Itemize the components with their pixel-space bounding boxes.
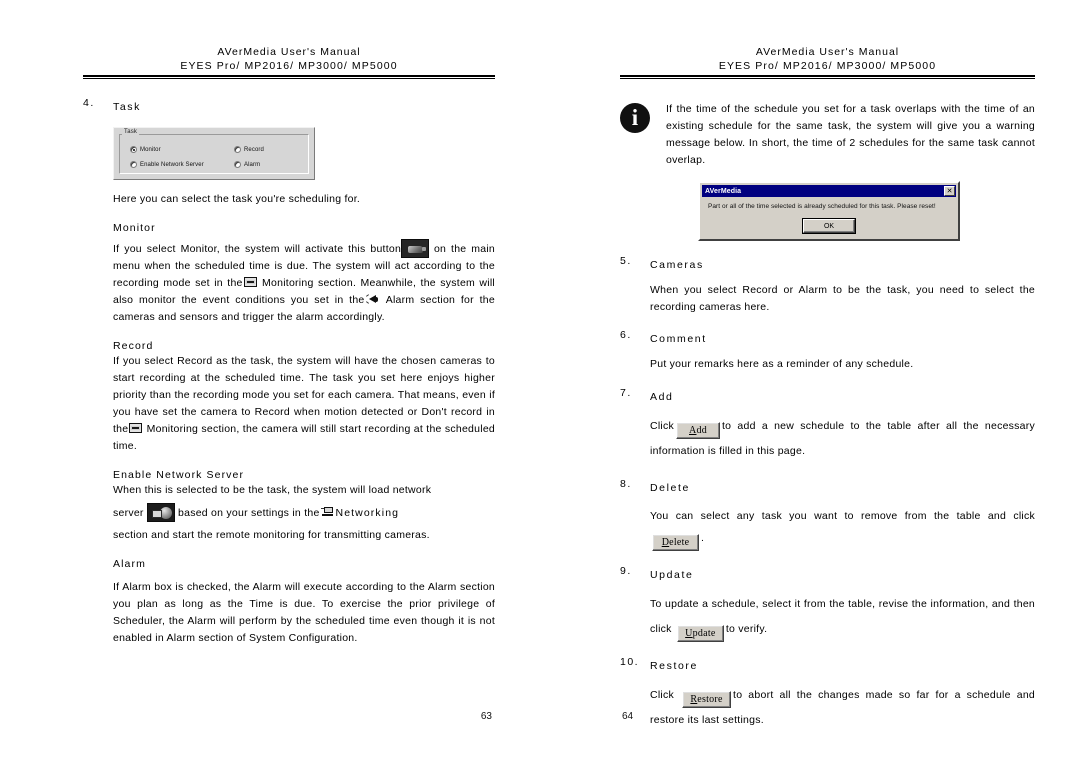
- info-icon: i: [620, 103, 650, 133]
- network-server-paragraph: When this is selected to be the task, th…: [113, 482, 495, 544]
- section-item-8-delete: 8. Delete: [620, 478, 1035, 496]
- restore-button[interactable]: Restore: [682, 690, 732, 708]
- radio-monitor-indicator[interactable]: [130, 146, 137, 153]
- record-paragraph: If you select Record as the task, the sy…: [113, 353, 495, 455]
- item-number: 6.: [620, 329, 632, 341]
- item-number: 10.: [620, 655, 640, 668]
- header-title: AVerMedia User's Manual: [755, 46, 900, 58]
- page-number-left: 63: [480, 711, 492, 722]
- item-number: 9.: [620, 564, 632, 577]
- delete-button-rest: elete: [669, 536, 690, 548]
- delete-text-a: You can select any task you want to remo…: [650, 509, 1035, 522]
- add-button-rest: dd: [696, 424, 707, 436]
- update-button-rest: pdate: [692, 627, 716, 639]
- item-title: Add: [650, 390, 674, 403]
- add-body: Click Add to add a new schedule to the tab…: [650, 414, 1035, 464]
- header-divider: [83, 75, 495, 79]
- network-server-button-icon: [146, 502, 175, 522]
- section-item-10-restore: 10. Restore: [620, 656, 1035, 674]
- delete-text-b: .: [701, 531, 705, 544]
- radio-alarm-label: Alarm: [244, 161, 261, 168]
- network-server-text-a: When this is selected to be the task, th…: [113, 483, 432, 496]
- section-item-7-add: 7. Add: [620, 387, 1035, 405]
- network-server-text-e: section and start the remote monitoring …: [113, 528, 430, 541]
- subheading-monitor: Monitor: [113, 221, 156, 234]
- restore-button-rest: estore: [697, 693, 723, 705]
- monitor-paragraph: If you select Monitor, the system will a…: [113, 238, 495, 326]
- item-title: Comment: [650, 333, 707, 345]
- task-caption: Here you can select the task you're sche…: [113, 193, 361, 205]
- monitoring-section-icon: [243, 276, 257, 287]
- networking-section-icon: [320, 506, 334, 518]
- subheading-alarm: Alarm: [113, 557, 146, 570]
- dialog-ok-button[interactable]: OK: [803, 219, 855, 233]
- section-item-4-task: 4. Task: [83, 97, 495, 115]
- header-subtitle: EYES Pro/ MP2016/ MP3000/ MP5000: [180, 60, 398, 72]
- dialog-titlebar: AVerMedia ✕: [702, 185, 956, 197]
- radio-option-enable-network-server[interactable]: Enable Network Server: [130, 161, 204, 168]
- cameras-body: When you select Record or Alarm to be th…: [650, 284, 1035, 313]
- header-title: AVerMedia User's Manual: [217, 46, 361, 58]
- update-body: To update a schedule, select it from the…: [650, 592, 1035, 642]
- add-button[interactable]: Add: [676, 421, 720, 439]
- radio-record-label: Record: [244, 146, 264, 153]
- item-number: 8.: [620, 477, 632, 490]
- radio-option-alarm[interactable]: Alarm: [234, 161, 260, 168]
- update-button[interactable]: Update: [676, 624, 724, 642]
- radio-alarm-indicator[interactable]: [234, 161, 241, 168]
- subheading-enable-network-server: Enable Network Server: [113, 468, 245, 481]
- item-number: 5.: [620, 255, 632, 267]
- item-title: Task: [113, 101, 141, 113]
- monitor-text-a: If you select Monitor, the system will a…: [113, 242, 402, 255]
- alarm-speaker-icon: [365, 293, 380, 305]
- delete-body: You can select any task you want to remo…: [650, 505, 1035, 551]
- radio-option-monitor[interactable]: Monitor: [130, 146, 161, 153]
- item-title: Cameras: [650, 259, 704, 271]
- task-groupbox-legend: Task: [122, 129, 140, 136]
- monitor-button-icon: [401, 238, 430, 258]
- page-63: AVerMedia User's Manual EYES Pro/ MP2016…: [0, 0, 540, 763]
- dialog-message: Part or all of the time selected is alre…: [708, 203, 936, 210]
- item-title: Restore: [650, 659, 698, 672]
- header-subtitle: EYES Pro/ MP2016/ MP3000/ MP5000: [718, 60, 937, 72]
- radio-enable-network-server-label: Enable Network Server: [140, 161, 204, 168]
- section-item-6-comment: 6. Comment: [620, 329, 1035, 347]
- item-number: 4.: [83, 97, 95, 109]
- running-header-left: AVerMedia User's Manual EYES Pro/ MP2016…: [83, 46, 495, 79]
- item-title: Update: [650, 568, 694, 581]
- restore-body: Click Restore to abort all the changes ma…: [650, 683, 1035, 733]
- page-number-right: 64: [622, 711, 634, 722]
- add-text-a: Click: [650, 419, 674, 432]
- radio-enable-network-server-indicator[interactable]: [130, 161, 137, 168]
- network-server-text-c: based on your settings in the: [178, 506, 320, 519]
- info-note-text: If the time of the schedule you set for …: [666, 103, 1035, 166]
- page-64: AVerMedia User's Manual EYES Pro/ MP2016…: [540, 0, 1080, 763]
- item-title: Delete: [650, 481, 690, 494]
- network-server-text-b: server: [113, 506, 144, 519]
- delete-button[interactable]: Delete: [652, 533, 699, 551]
- record-text-b: Monitoring section, the camera will stil…: [113, 422, 496, 452]
- restore-text-a: Click: [650, 688, 674, 701]
- section-item-9-update: 9. Update: [620, 565, 1035, 583]
- item-number: 7.: [620, 386, 632, 399]
- radio-record-indicator[interactable]: [234, 146, 241, 153]
- alarm-paragraph: If Alarm box is checked, the Alarm will …: [113, 580, 495, 644]
- comment-body: Put your remarks here as a reminder of a…: [650, 358, 914, 370]
- subheading-record: Record: [113, 339, 154, 352]
- task-groupbox-frame: [119, 134, 309, 174]
- header-divider: [620, 75, 1035, 79]
- network-server-text-d: Networking: [335, 506, 400, 519]
- update-text-b: to verify.: [725, 622, 768, 635]
- warning-dialog-screenshot: AVerMedia ✕ Part or all of the time sele…: [698, 181, 960, 241]
- radio-monitor-label: Monitor: [140, 146, 161, 153]
- radio-option-record[interactable]: Record: [234, 146, 264, 153]
- task-groupbox-screenshot: Task Monitor Enable Network Server Recor…: [113, 127, 315, 180]
- dialog-title: AVerMedia: [705, 187, 742, 195]
- section-item-5-cameras: 5. Cameras: [620, 255, 1035, 273]
- info-note: i If the time of the schedule you set fo…: [620, 101, 1035, 169]
- close-icon[interactable]: ✕: [944, 186, 955, 196]
- running-header-right: AVerMedia User's Manual EYES Pro/ MP2016…: [620, 46, 1035, 79]
- monitoring-section-icon: [129, 422, 143, 433]
- update-button-accel: U: [685, 627, 693, 639]
